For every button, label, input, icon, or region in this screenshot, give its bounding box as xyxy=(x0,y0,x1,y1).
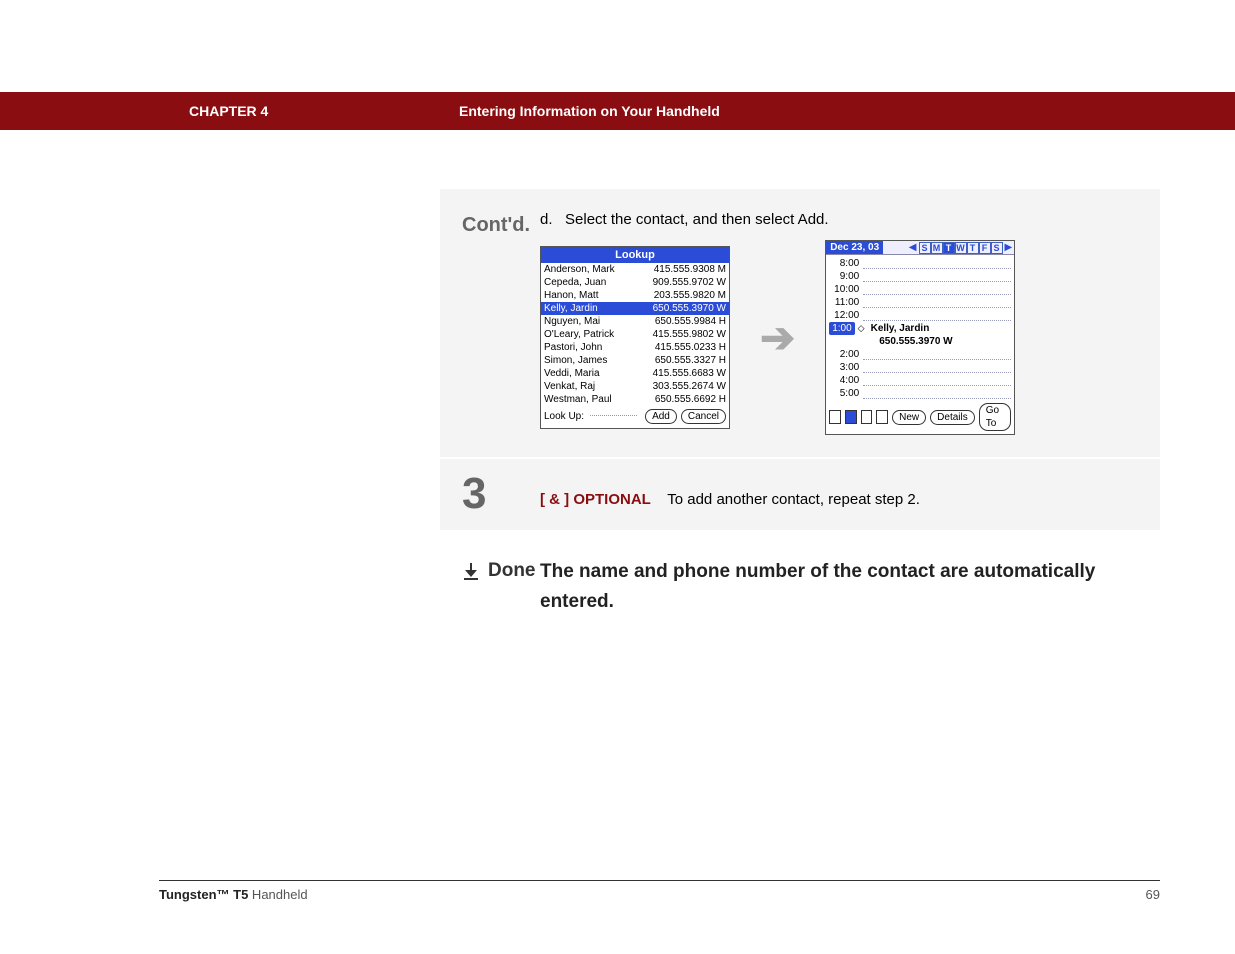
day-cell[interactable]: S xyxy=(991,242,1003,254)
day-cell[interactable]: F xyxy=(979,242,991,254)
lookup-row[interactable]: Cepeda, Juan909.555.9702 W xyxy=(541,276,729,289)
lookup-row[interactable]: Nguyen, Mai650.555.9984 H xyxy=(541,315,729,328)
calendar-footer: New Details Go To xyxy=(826,400,1014,434)
day-cell[interactable]: W xyxy=(955,242,967,254)
chapter-header: CHAPTER 4 Entering Information on Your H… xyxy=(0,92,1235,130)
time-slot[interactable]: 8:00 xyxy=(829,257,1011,270)
arrow-icon: ➔ xyxy=(760,313,795,362)
product-name: Tungsten™ T5 Handheld xyxy=(159,887,308,902)
lookup-row[interactable]: Anderson, Mark415.555.9308 M xyxy=(541,263,729,276)
lookup-title: Lookup xyxy=(541,247,729,263)
day-cell[interactable]: T xyxy=(943,242,955,254)
lookup-row[interactable]: Westman, Paul650.555.6692 H xyxy=(541,393,729,406)
optional-text: To add another contact, repeat step 2. xyxy=(667,491,920,508)
time-slot[interactable]: 5:00 xyxy=(829,387,1011,400)
done-arrow-icon xyxy=(462,563,480,581)
event-slot[interactable]: 1:00◇Kelly, Jardin xyxy=(829,322,1011,335)
optional-tag: [ & ] OPTIONAL xyxy=(540,491,651,508)
prev-week-icon[interactable]: ◀ xyxy=(907,242,919,253)
steps-panel: Cont'd. d. Select the contact, and then … xyxy=(440,189,1160,640)
instruction-letter: d. xyxy=(540,211,553,228)
screenshots-row: Lookup Anderson, Mark415.555.9308 MCeped… xyxy=(540,240,1138,435)
day-cell[interactable]: S xyxy=(919,242,931,254)
done-label-cell: Done xyxy=(440,532,540,640)
product-bold: Tungsten™ T5 xyxy=(159,887,248,902)
done-text: The name and phone number of the contact… xyxy=(540,532,1160,640)
day-view-icon[interactable] xyxy=(845,410,857,424)
lookup-row[interactable]: Pastori, John415.555.0233 H xyxy=(541,341,729,354)
calendar-header: Dec 23, 03 ◀ SMTWTFS ▶ xyxy=(826,241,1014,255)
contd-label: Cont'd. xyxy=(440,189,540,457)
goto-button[interactable]: Go To xyxy=(979,403,1011,431)
instruction-text: Select the contact, and then select Add. xyxy=(565,211,829,228)
next-week-icon[interactable]: ▶ xyxy=(1003,242,1015,253)
lookup-row[interactable]: Veddi, Maria415.555.6683 W xyxy=(541,367,729,380)
time-slot[interactable]: 12:00 xyxy=(829,309,1011,322)
lookup-row[interactable]: Venkat, Raj303.555.2674 W xyxy=(541,380,729,393)
time-slot[interactable]: 9:00 xyxy=(829,270,1011,283)
time-slot[interactable]: 4:00 xyxy=(829,374,1011,387)
page-number: 69 xyxy=(1146,887,1160,902)
contd-content: d. Select the contact, and then select A… xyxy=(540,189,1160,457)
page-footer: Tungsten™ T5 Handheld 69 xyxy=(159,880,1160,902)
cancel-button[interactable]: Cancel xyxy=(681,409,726,424)
step-3-number: 3 xyxy=(440,459,540,530)
section-title: Entering Information on Your Handheld xyxy=(459,103,720,119)
lookup-input-line[interactable] xyxy=(590,415,637,416)
add-button[interactable]: Add xyxy=(645,409,677,424)
week-view-icon[interactable] xyxy=(861,410,873,424)
calendar-screenshot: Dec 23, 03 ◀ SMTWTFS ▶ 8:009:0010:0011:0… xyxy=(825,240,1015,435)
time-slot[interactable]: 3:00 xyxy=(829,361,1011,374)
product-rest: Handheld xyxy=(248,887,307,902)
lookup-list: Anderson, Mark415.555.9308 MCepeda, Juan… xyxy=(541,263,729,406)
time-slot[interactable]: 10:00 xyxy=(829,283,1011,296)
step-contd-row: Cont'd. d. Select the contact, and then … xyxy=(440,189,1160,459)
details-button[interactable]: Details xyxy=(930,410,975,425)
new-button[interactable]: New xyxy=(892,410,926,425)
event-phone-line: 650.555.3970 W xyxy=(829,335,1011,348)
agenda-view-icon[interactable] xyxy=(829,410,841,424)
month-view-icon[interactable] xyxy=(876,410,888,424)
time-slot[interactable]: 11:00 xyxy=(829,296,1011,309)
lookup-row[interactable]: Kelly, Jardin650.555.3970 W xyxy=(541,302,729,315)
lookup-footer: Look Up: Add Cancel xyxy=(541,406,729,428)
chapter-label: CHAPTER 4 xyxy=(189,103,268,119)
calendar-body: 8:009:0010:0011:0012:001:00◇Kelly, Jardi… xyxy=(826,255,1014,400)
step-3-row: 3 [ & ] OPTIONAL To add another contact,… xyxy=(440,459,1160,532)
calendar-date[interactable]: Dec 23, 03 xyxy=(826,241,883,254)
lookup-row[interactable]: Simon, James650.555.3327 H xyxy=(541,354,729,367)
day-cell[interactable]: M xyxy=(931,242,943,254)
time-slot[interactable]: 2:00 xyxy=(829,348,1011,361)
done-label: Done xyxy=(488,560,536,582)
lookup-row[interactable]: O'Leary, Patrick415.555.9802 W xyxy=(541,328,729,341)
done-row: Done The name and phone number of the co… xyxy=(440,532,1160,640)
lookup-row[interactable]: Hanon, Matt203.555.9820 M xyxy=(541,289,729,302)
lookup-label: Look Up: xyxy=(544,411,584,422)
day-picker: SMTWTFS xyxy=(919,242,1003,254)
step-3-content: [ & ] OPTIONAL To add another contact, r… xyxy=(540,459,1160,530)
lookup-screenshot: Lookup Anderson, Mark415.555.9308 MCeped… xyxy=(540,246,730,429)
day-cell[interactable]: T xyxy=(967,242,979,254)
instruction-line: d. Select the contact, and then select A… xyxy=(540,211,1138,228)
